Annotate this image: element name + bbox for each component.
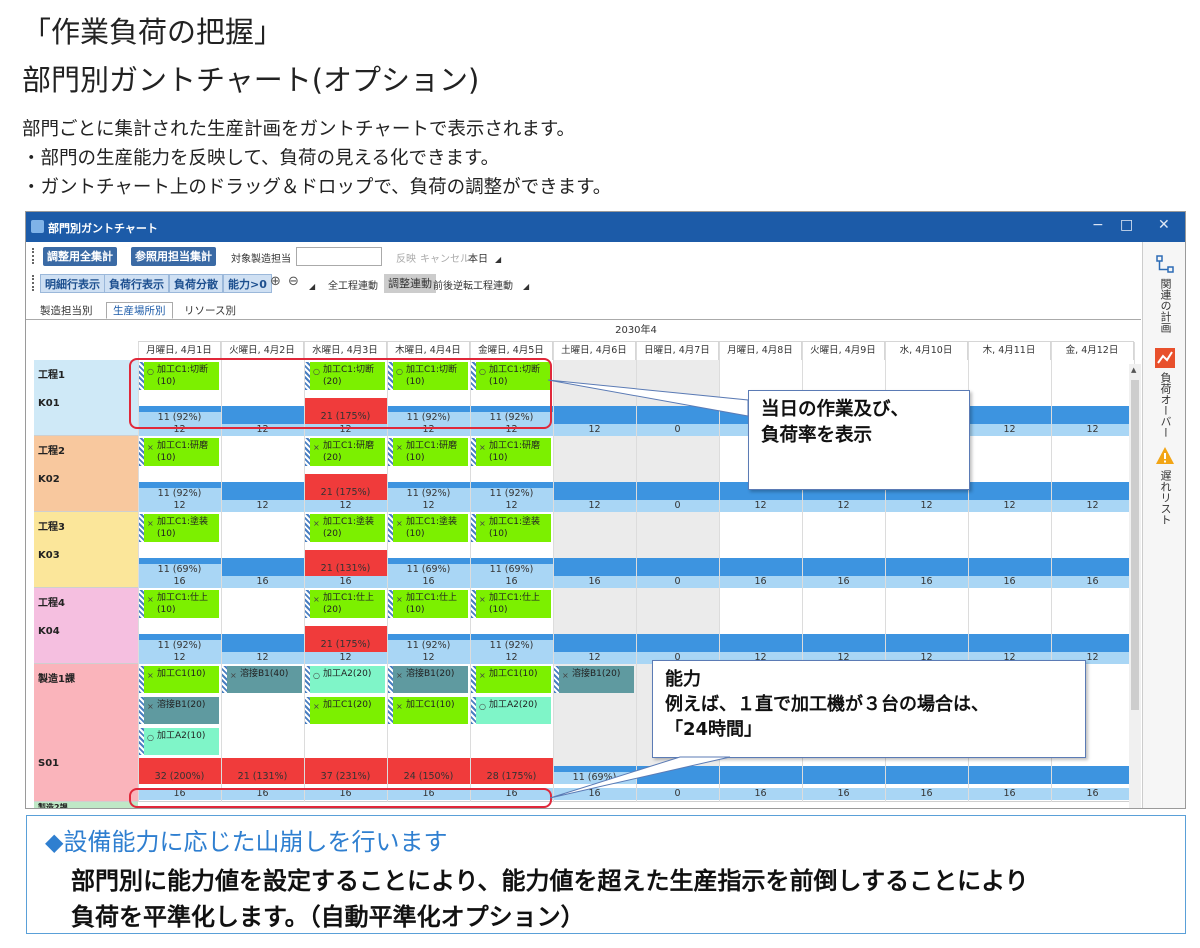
summary-line-1: 部門別に能力値を設定することにより、能力値を超えた生産指示を前倒しすることにより [71,867,1029,895]
summary-line-2: 負荷を平準化します。（自動平準化オプション） [71,903,585,931]
summary-box: ◆設備能力に応じた山崩しを行います 部門別に能力値を設定することにより、能力値を… [26,815,1186,934]
summary-heading: ◆設備能力に応じた山崩しを行います [45,828,448,856]
callout-pointers [547,379,749,799]
